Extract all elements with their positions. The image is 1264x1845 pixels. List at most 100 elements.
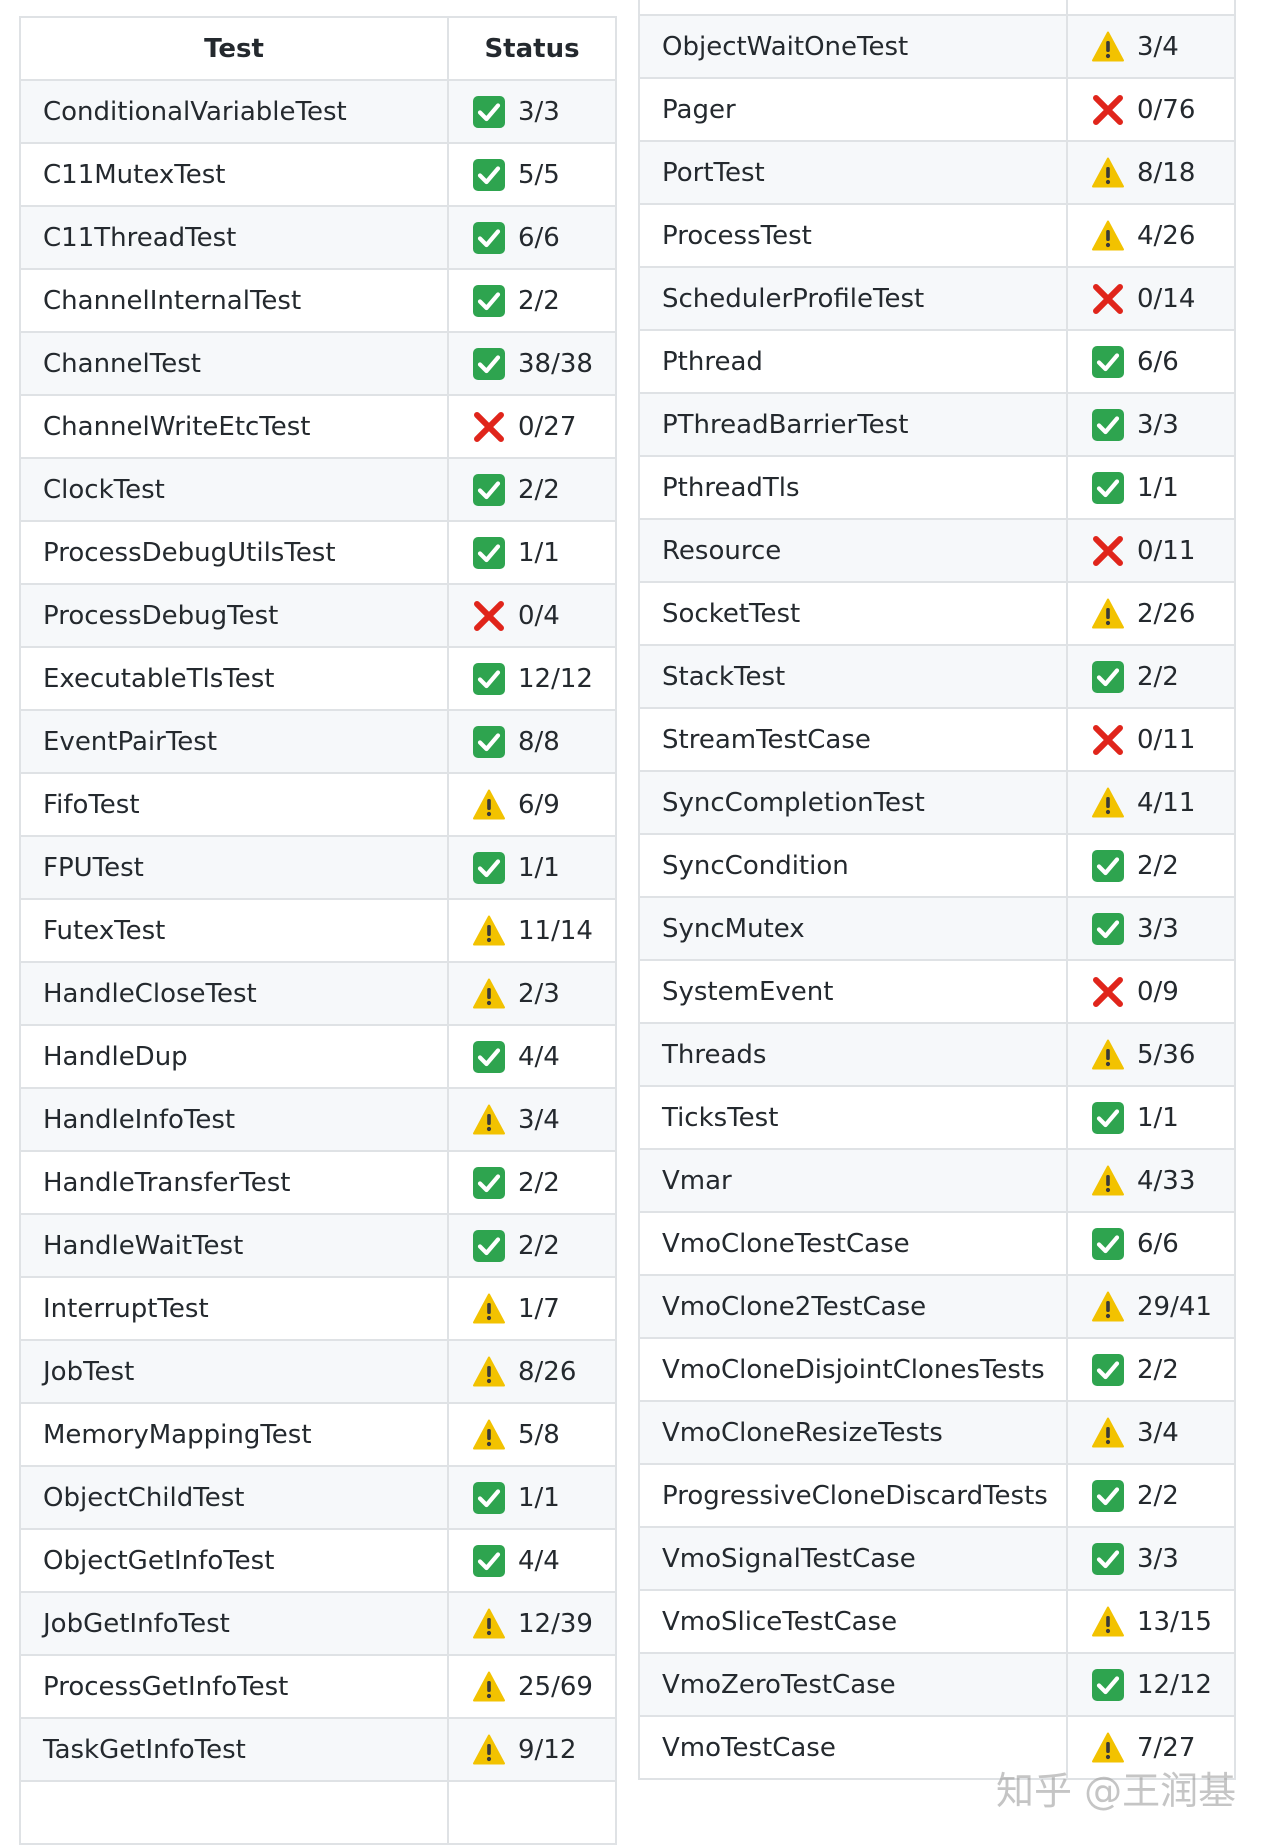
status-cell: [1066, 0, 1236, 16]
status-badge: 3/4: [1069, 30, 1233, 64]
test-name-cell: ChannelInternalTest: [19, 268, 449, 333]
status-badge: 5/8: [450, 1418, 614, 1452]
test-name-cell: ProcessDebugUtilsTest: [19, 520, 449, 585]
warning-icon: [472, 977, 506, 1011]
status-cell: 2/2: [447, 457, 617, 522]
pass-count: 0/76: [1137, 94, 1196, 125]
pass-count: 11/14: [518, 915, 593, 946]
status-badge: 2/2: [1069, 1479, 1233, 1513]
table-row: [638, 0, 1236, 16]
status-badge: 6/6: [1069, 345, 1233, 379]
test-name-cell: ChannelWriteEtcTest: [19, 394, 449, 459]
pass-count: 0/14: [1137, 283, 1196, 314]
test-name-cell: Resource: [638, 518, 1068, 583]
cross-mark-icon: [1091, 93, 1125, 127]
status-badge: 1/1: [450, 536, 614, 570]
status-cell: 0/27: [447, 394, 617, 459]
status-badge: 2/26: [1069, 597, 1233, 631]
table-row: C11MutexTest 5/5: [19, 142, 617, 207]
table-row: SyncCompletionTest 4/11: [638, 770, 1236, 835]
status-badge: 6/6: [1069, 1227, 1233, 1261]
status-badge: 3/3: [1069, 1542, 1233, 1576]
test-name-cell: PortTest: [638, 140, 1068, 205]
status-badge: 0/4: [450, 599, 614, 633]
test-name-cell: [638, 0, 1068, 16]
pass-count: 4/33: [1137, 1165, 1196, 1196]
test-name-cell: TicksTest: [638, 1085, 1068, 1150]
test-name-cell: ProcessGetInfoTest: [19, 1654, 449, 1719]
status-badge: 4/33: [1069, 1164, 1233, 1198]
table-row: VmoSliceTestCase 13/15: [638, 1589, 1236, 1654]
warning-icon: [472, 1733, 506, 1767]
table-row: VmoZeroTestCase 12/12: [638, 1652, 1236, 1717]
pass-count: 6/6: [1137, 1228, 1179, 1259]
test-name-cell: HandleInfoTest: [19, 1087, 449, 1152]
test-name-cell: C11ThreadTest: [19, 205, 449, 270]
pass-count: 5/8: [518, 1419, 560, 1450]
check-mark-icon: [1091, 1353, 1125, 1387]
check-mark-icon: [472, 473, 506, 507]
status-cell: 12/12: [447, 646, 617, 711]
check-mark-icon: [1091, 1101, 1125, 1135]
warning-icon: [1091, 156, 1125, 190]
status-cell: 13/15: [1066, 1589, 1236, 1654]
test-name-cell: ProcessTest: [638, 203, 1068, 268]
test-name-cell: SystemEvent: [638, 959, 1068, 1024]
check-mark-icon: [472, 1481, 506, 1515]
status-badge: 8/26: [450, 1355, 614, 1389]
pass-count: 4/4: [518, 1545, 560, 1576]
table-row: JobTest 8/26: [19, 1339, 617, 1404]
status-cell: 8/8: [447, 709, 617, 774]
watermark: 知乎 @王润基: [996, 1769, 1237, 1813]
test-name-cell: Pthread: [638, 329, 1068, 394]
test-name-cell: Pager: [638, 77, 1068, 142]
status-badge: 0/11: [1069, 534, 1233, 568]
warning-icon: [1091, 1038, 1125, 1072]
status-badge: 1/1: [450, 851, 614, 885]
pass-count: 3/3: [1137, 1543, 1179, 1574]
status-badge: 8/18: [1069, 156, 1233, 190]
warning-icon: [472, 788, 506, 822]
table-row: ProcessDebugTest 0/4: [19, 583, 617, 648]
check-mark-icon: [472, 662, 506, 696]
table-row: ObjectWaitOneTest 3/4: [638, 14, 1236, 79]
status-badge: [1069, 0, 1233, 1]
check-mark-icon: [472, 284, 506, 318]
pass-count: 38/38: [518, 348, 593, 379]
warning-icon: [472, 914, 506, 948]
test-name-cell: ConditionalVariableTest: [19, 79, 449, 144]
table-row: PortTest 8/18: [638, 140, 1236, 205]
table-row: TaskGetInfoTest 9/12: [19, 1717, 617, 1782]
status-cell: 4/33: [1066, 1148, 1236, 1213]
table-row: HandleDup 4/4: [19, 1024, 617, 1089]
pass-count: 1/1: [518, 537, 560, 568]
status-cell: 6/6: [1066, 1211, 1236, 1276]
status-badge: 1/7: [450, 1292, 614, 1326]
cross-mark-icon: [1091, 723, 1125, 757]
table-row: VmoClone2TestCase 29/41: [638, 1274, 1236, 1339]
warning-icon: [1091, 1416, 1125, 1450]
pass-count: 2/2: [518, 1167, 560, 1198]
check-mark-icon: [1091, 345, 1125, 379]
status-badge: 2/2: [1069, 660, 1233, 694]
table-row: VmoCloneResizeTests 3/4: [638, 1400, 1236, 1465]
test-name-cell: SchedulerProfileTest: [638, 266, 1068, 331]
table-row: ObjectChildTest 1/1: [19, 1465, 617, 1530]
status-cell: 0/4: [447, 583, 617, 648]
status-badge: 0/14: [1069, 282, 1233, 316]
test-name-cell: ObjectGetInfoTest: [19, 1528, 449, 1593]
table-row: SchedulerProfileTest 0/14: [638, 266, 1236, 331]
table-row: VmoCloneTestCase 6/6: [638, 1211, 1236, 1276]
warning-icon: [472, 1607, 506, 1641]
pass-count: 2/2: [518, 285, 560, 316]
pass-count: 6/6: [518, 222, 560, 253]
table-row: C11ThreadTest 6/6: [19, 205, 617, 270]
status-cell: 6/6: [447, 205, 617, 270]
status-cell: 4/4: [447, 1024, 617, 1089]
status-badge: 29/41: [1069, 1290, 1233, 1324]
warning-icon: [1091, 1290, 1125, 1324]
table-row: ChannelTest 38/38: [19, 331, 617, 396]
status-badge: 2/2: [1069, 1353, 1233, 1387]
test-name-cell: HandleWaitTest: [19, 1213, 449, 1278]
status-badge: 9/12: [450, 1733, 614, 1767]
